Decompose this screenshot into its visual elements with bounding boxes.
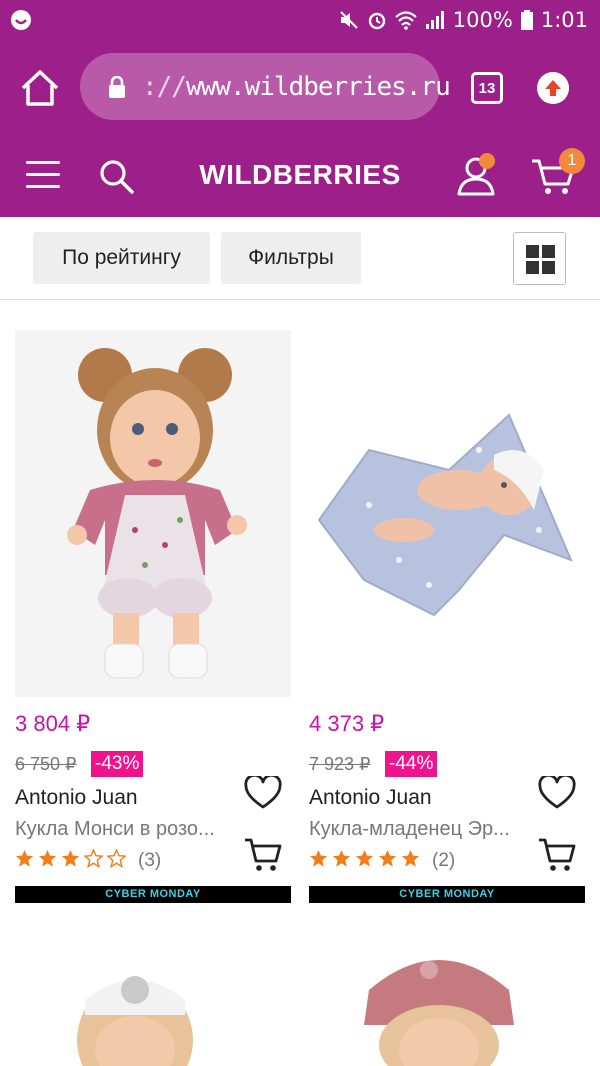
profile-notification-dot (479, 153, 495, 169)
product-image[interactable] (15, 330, 291, 697)
product-card[interactable]: 3 804 ₽ 6 750 ₽ -43% Antonio Juan Кукла … (15, 330, 291, 904)
product-price: 4 373 ₽ (309, 711, 385, 736)
app-notification-icon (11, 10, 31, 30)
discount-badge: -44% (385, 751, 438, 777)
browser-toolbar: ://www.wildberries.ru 13 (0, 40, 600, 135)
rating-stars (309, 849, 420, 868)
star-filled-icon (15, 849, 34, 867)
mute-icon (340, 11, 358, 29)
star-filled-icon (61, 849, 80, 867)
star-empty-icon (84, 849, 103, 868)
product-price: 3 804 ₽ (15, 711, 91, 736)
catalog-controls: По рейтингу Фильтры (0, 217, 600, 300)
site-header: WILDBERRIES (0, 135, 600, 217)
star-filled-icon (332, 849, 351, 867)
alarm-icon (368, 12, 385, 30)
star-filled-icon (355, 849, 374, 867)
discount-badge: -43% (91, 751, 144, 777)
upload-icon[interactable] (537, 72, 569, 104)
product-card-partial[interactable] (309, 930, 585, 1066)
product-card[interactable]: 4 373 ₽ 7 923 ₽ -44% Antonio Juan Кукла-… (309, 330, 585, 904)
doll-image (15, 330, 291, 697)
add-to-cart-icon[interactable] (538, 837, 576, 873)
url-text: ://www.wildberries.ru (142, 72, 451, 102)
review-count: (2) (432, 850, 456, 871)
battery-percent: 100% (452, 8, 513, 32)
url-bar[interactable]: ://www.wildberries.ru (80, 53, 451, 120)
promo-banner: CYBER MONDAY (15, 886, 291, 903)
product-image[interactable] (309, 330, 585, 697)
product-name[interactable]: Кукла Монси в розо... (15, 818, 245, 841)
wifi-icon (395, 11, 417, 30)
review-count: (3) (138, 850, 162, 871)
product-name[interactable]: Кукла-младенец Эр... (309, 818, 539, 841)
rating-stars (15, 849, 126, 868)
home-icon[interactable] (18, 66, 62, 110)
product-brand: Antonio Juan (15, 786, 138, 809)
cart-count-badge: 1 (559, 148, 585, 174)
url-scheme: :// (142, 72, 187, 102)
heart-icon[interactable] (244, 776, 282, 810)
add-to-cart-icon[interactable] (244, 837, 282, 873)
clock: 1:01 (540, 8, 588, 32)
baby-doll-image (309, 330, 585, 697)
product-brand: Antonio Juan (309, 786, 432, 809)
star-filled-icon (38, 849, 57, 867)
signal-icon (425, 11, 444, 29)
status-bar: 100% 1:01 (0, 0, 600, 40)
filter-button[interactable]: Фильтры (221, 232, 361, 284)
star-empty-icon (107, 849, 126, 868)
star-filled-icon (378, 849, 397, 867)
heart-icon[interactable] (538, 776, 576, 810)
product-old-price: 7 923 ₽ (309, 754, 371, 774)
url-host: www.wildberries.ru (185, 72, 451, 102)
promo-banner: CYBER MONDAY (309, 886, 585, 903)
product-old-price: 6 750 ₽ (15, 754, 77, 774)
battery-icon (520, 10, 533, 30)
product-image (77, 976, 193, 1066)
product-card-partial[interactable] (15, 930, 291, 1066)
sort-button[interactable]: По рейтингу (33, 232, 210, 284)
site-logo[interactable]: WILDBERRIES (0, 159, 600, 191)
lock-icon (109, 76, 125, 98)
product-image (364, 960, 514, 1066)
tabs-count-button[interactable]: 13 (471, 72, 503, 104)
star-filled-icon (309, 849, 328, 867)
grid-view-icon[interactable] (513, 232, 566, 285)
star-filled-icon (401, 849, 420, 867)
